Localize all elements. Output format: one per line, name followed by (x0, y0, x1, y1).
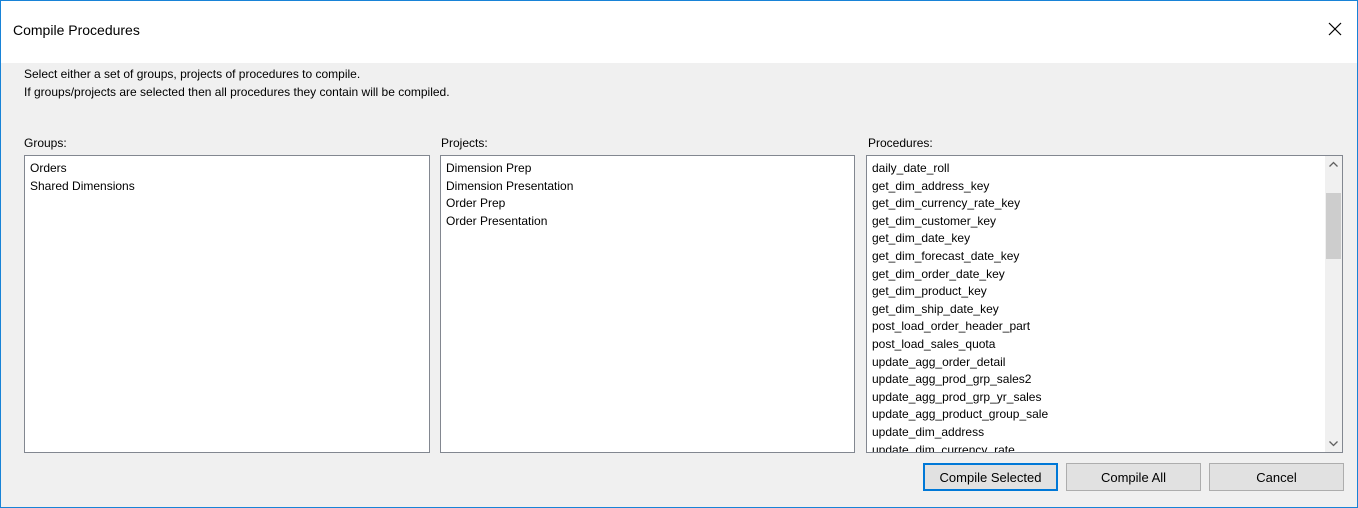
procedures-listbox[interactable]: daily_date_roll get_dim_address_key get_di… (866, 155, 1343, 453)
procedure-item[interactable]: get_dim_address_key (872, 178, 1342, 196)
description-line-1: Select either a set of groups, projects … (24, 67, 361, 81)
procedure-item[interactable]: update_agg_product_group_sale (872, 406, 1342, 424)
projects-label: Projects: (441, 136, 488, 150)
project-item[interactable]: Dimension Presentation (446, 178, 854, 196)
procedure-item[interactable]: update_agg_prod_grp_sales2 (872, 371, 1342, 389)
scroll-down-button[interactable] (1325, 435, 1342, 452)
procedure-item[interactable]: daily_date_roll (872, 160, 1342, 178)
projects-listbox[interactable]: Dimension Prep Dimension Presentation Orde… (440, 155, 855, 453)
procedure-item[interactable]: post_load_order_header_part (872, 318, 1342, 336)
groups-label: Groups: (24, 136, 67, 150)
procedure-item[interactable]: get_dim_date_key (872, 230, 1342, 248)
title-bar: Compile Procedures (1, 1, 1357, 63)
group-item[interactable]: Orders (30, 160, 429, 178)
group-item[interactable]: Shared Dimensions (30, 178, 429, 196)
compile-procedures-dialog: Compile Procedures Select either a set o… (0, 0, 1358, 508)
procedure-item[interactable]: update_dim_currency_rate (872, 442, 1342, 453)
procedure-item[interactable]: post_load_sales_quota (872, 336, 1342, 354)
project-item[interactable]: Dimension Prep (446, 160, 854, 178)
compile-selected-button[interactable]: Compile Selected (923, 463, 1058, 491)
procedure-item[interactable]: get_dim_product_key (872, 283, 1342, 301)
procedure-item[interactable]: update_agg_prod_grp_yr_sales (872, 389, 1342, 407)
project-item[interactable]: Order Presentation (446, 213, 854, 231)
close-icon (1328, 22, 1342, 36)
scrollbar-thumb[interactable] (1326, 192, 1341, 259)
procedure-item[interactable]: get_dim_customer_key (872, 213, 1342, 231)
chevron-down-icon (1329, 441, 1338, 447)
procedures-label: Procedures: (868, 136, 933, 150)
procedure-item[interactable]: get_dim_ship_date_key (872, 301, 1342, 319)
procedure-item[interactable]: get_dim_currency_rate_key (872, 195, 1342, 213)
cancel-button[interactable]: Cancel (1209, 463, 1344, 491)
procedure-item[interactable]: update_agg_order_detail (872, 354, 1342, 372)
description-line-2: If groups/projects are selected then all… (24, 85, 450, 99)
scroll-up-button[interactable] (1325, 156, 1342, 173)
procedure-item[interactable]: get_dim_forecast_date_key (872, 248, 1342, 266)
chevron-up-icon (1329, 161, 1338, 167)
close-button[interactable] (1321, 15, 1349, 43)
procedure-item[interactable]: get_dim_order_date_key (872, 266, 1342, 284)
compile-all-button[interactable]: Compile All (1066, 463, 1201, 491)
groups-listbox[interactable]: Orders Shared Dimensions (24, 155, 430, 453)
window-title: Compile Procedures (13, 22, 140, 38)
procedure-item[interactable]: update_dim_address (872, 424, 1342, 442)
procedures-scrollbar[interactable] (1325, 156, 1342, 452)
project-item[interactable]: Order Prep (446, 195, 854, 213)
